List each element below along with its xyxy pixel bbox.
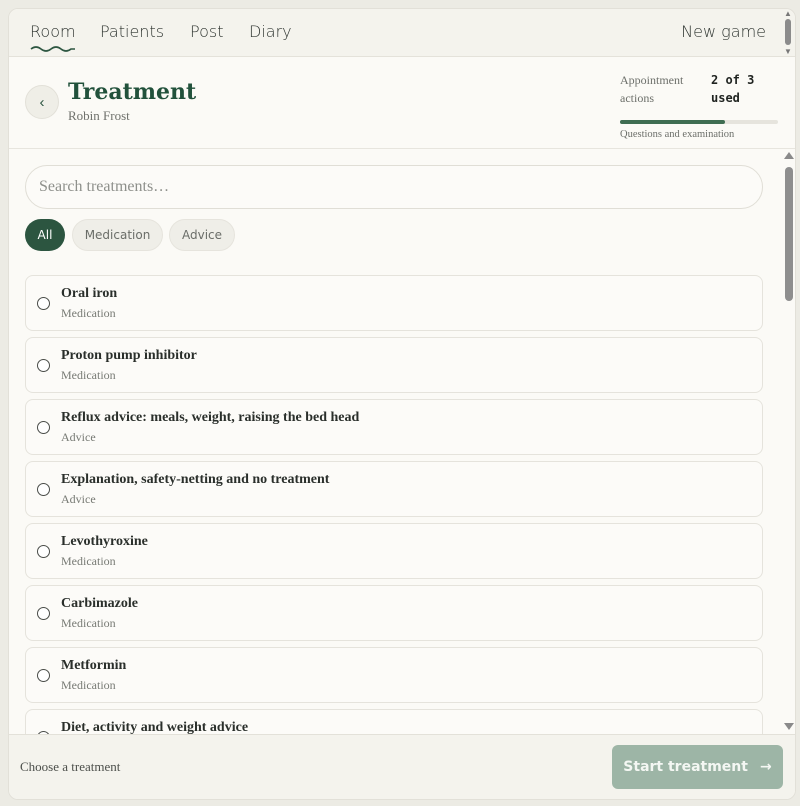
nav-scrollbar[interactable]: ▲ ▼ <box>782 9 794 57</box>
tab-post[interactable]: Post <box>190 22 223 41</box>
treatment-name: Explanation, safety-netting and no treat… <box>61 472 330 487</box>
start-treatment-label: Start treatment <box>623 759 748 775</box>
treatment-radio[interactable] <box>37 421 50 434</box>
treatment-radio[interactable] <box>37 545 50 558</box>
app-window: Room Patients Post Diary New game ▲ ▼ ‹ … <box>8 8 796 800</box>
page-header: ‹ Treatment Robin Frost Appointment acti… <box>9 57 795 149</box>
scroll-down-icon[interactable]: ▼ <box>784 48 792 56</box>
treatment-category: Medication <box>61 678 116 692</box>
treatment-category: Advice <box>61 430 96 444</box>
footer-hint: Choose a treatment <box>20 759 121 774</box>
tab-room[interactable]: Room <box>30 22 76 41</box>
footer-bar: Choose a treatment Start treatment → <box>9 734 795 799</box>
treatment-radio[interactable] <box>37 359 50 372</box>
treatment-name: Levothyroxine <box>61 534 148 549</box>
treatment-card[interactable]: Metformin Medication <box>25 647 763 703</box>
treatment-list-area: All Medication Advice Oral iron Medicati… <box>9 150 795 734</box>
active-tab-indicator <box>30 46 75 52</box>
search-input[interactable] <box>25 165 763 209</box>
treatment-name: Proton pump inhibitor <box>61 348 197 363</box>
treatment-category: Advice <box>61 492 96 506</box>
treatment-category: Medication <box>61 306 116 320</box>
treatment-category: Medication <box>61 368 116 382</box>
treatment-name: Reflux advice: meals, weight, raising th… <box>61 410 360 425</box>
appointment-progress-fill <box>620 120 726 124</box>
page-title: Treatment <box>68 79 197 105</box>
scroll-up-icon[interactable]: ▲ <box>784 10 792 18</box>
treatment-category: Medication <box>61 554 116 568</box>
treatment-radio[interactable] <box>37 607 50 620</box>
treatment-name: Carbimazole <box>61 596 138 611</box>
treatment-card[interactable]: Proton pump inhibitor Medication <box>25 337 763 393</box>
start-treatment-button[interactable]: Start treatment → <box>612 745 783 789</box>
treatment-card[interactable]: Reflux advice: meals, weight, raising th… <box>25 399 763 455</box>
list-scrollbar-thumb[interactable] <box>785 167 793 301</box>
treatment-card[interactable]: Carbimazole Medication <box>25 585 763 641</box>
appointment-stage: Questions and examination <box>620 129 735 140</box>
treatment-card[interactable]: Oral iron Medication <box>25 275 763 331</box>
arrow-right-icon: → <box>759 759 772 775</box>
back-button[interactable]: ‹ <box>25 85 59 119</box>
nav-scrollbar-thumb[interactable] <box>785 19 791 45</box>
treatment-radio[interactable] <box>37 483 50 496</box>
filter-chip-advice[interactable]: Advice <box>169 219 235 251</box>
treatment-card[interactable]: Explanation, safety-netting and no treat… <box>25 461 763 517</box>
scroll-up-icon[interactable] <box>784 152 794 159</box>
list-scrollbar[interactable] <box>783 150 795 734</box>
appointment-actions-count: 2 of 3 used <box>711 73 755 105</box>
appointment-actions-label: Appointment actions <box>620 73 684 105</box>
treatment-name: Oral iron <box>61 286 118 301</box>
tab-diary[interactable]: Diary <box>249 22 292 41</box>
treatment-card[interactable]: Levothyroxine Medication <box>25 523 763 579</box>
top-nav: Room Patients Post Diary New game ▲ ▼ <box>9 9 795 57</box>
treatment-name: Metformin <box>61 658 127 673</box>
filter-chip-all[interactable]: All <box>25 219 65 251</box>
tab-patients[interactable]: Patients <box>100 22 164 41</box>
treatment-radio[interactable] <box>37 297 50 310</box>
appointment-progress <box>620 120 778 124</box>
new-game-button[interactable]: New game <box>681 22 766 41</box>
treatment-name: Diet, activity and weight advice <box>61 720 249 734</box>
scroll-down-icon[interactable] <box>784 723 794 730</box>
treatment-category: Medication <box>61 616 116 630</box>
filter-chip-medication[interactable]: Medication <box>72 219 163 251</box>
patient-name: Robin Frost <box>68 108 130 123</box>
chevron-left-icon: ‹ <box>39 93 45 111</box>
treatment-card[interactable]: Diet, activity and weight advice <box>25 709 763 734</box>
treatment-radio[interactable] <box>37 669 50 682</box>
